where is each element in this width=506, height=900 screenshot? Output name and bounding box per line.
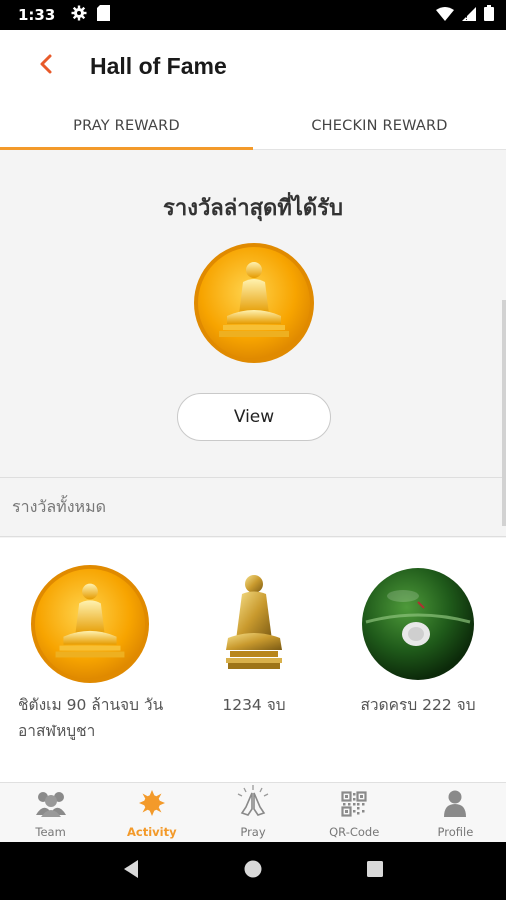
recents-square-icon[interactable]: [366, 860, 384, 882]
back-triangle-icon[interactable]: [122, 859, 140, 883]
signal-icon: !: [462, 6, 476, 25]
reward-label: 1234 จบ: [222, 696, 286, 714]
gold-monk-statue-image: [194, 564, 314, 684]
status-time: 1:33: [18, 6, 56, 24]
gold-meditation-medal-image: [30, 564, 150, 684]
svg-text:!: !: [465, 13, 468, 21]
gear-icon: [71, 5, 87, 25]
gold-meditation-medal-image: [193, 242, 315, 364]
chevron-left-icon: [39, 53, 53, 79]
home-circle-icon[interactable]: [243, 859, 263, 883]
sim-card-icon: [97, 5, 111, 25]
nav-label: Activity: [127, 825, 177, 839]
nav-profile[interactable]: Profile: [405, 783, 506, 842]
nav-label: QR-Code: [329, 825, 380, 839]
latest-reward-title: รางวัลล่าสุดที่ได้รับ: [163, 196, 343, 221]
view-button[interactable]: View: [177, 393, 331, 441]
activity-icon: [138, 789, 166, 821]
wifi-icon: [436, 6, 454, 25]
system-navigation-bar: [0, 842, 506, 900]
tab-pray-reward[interactable]: PRAY REWARD: [0, 102, 253, 150]
page-title: Hall of Fame: [90, 52, 227, 79]
tab-bar: PRAY REWARD CHECKIN REWARD: [0, 102, 506, 150]
pray-icon: [236, 785, 270, 821]
rewards-grid: ชิตังเม 90 ล้านจบ วันอาสฬหบูชา 1234 จบ ส…: [0, 538, 506, 782]
latest-reward-section: รางวัลล่าสุดที่ได้รับ View: [0, 150, 506, 478]
battery-icon: [484, 5, 494, 25]
status-bar: 1:33 !: [0, 0, 506, 30]
nav-label: Profile: [437, 825, 474, 839]
reward-label: สวดครบ 222 จบ: [360, 696, 476, 714]
reward-label: ชิตังเม 90 ล้านจบ วันอาสฬหบูชา: [18, 696, 164, 740]
nav-label: Pray: [240, 825, 266, 839]
profile-icon: [443, 789, 467, 821]
reward-item[interactable]: สวดครบ 222 จบ: [334, 538, 502, 782]
green-amulet-image: [358, 564, 478, 684]
nav-team[interactable]: Team: [0, 783, 101, 842]
bottom-navigation: Team Activity Pray QR-Code Profile: [0, 782, 506, 842]
app-bar: Hall of Fame: [0, 30, 506, 102]
reward-item[interactable]: ชิตังเม 90 ล้านจบ วันอาสฬหบูชา: [6, 538, 174, 782]
nav-qr-code[interactable]: QR-Code: [304, 783, 405, 842]
back-button[interactable]: [16, 30, 76, 102]
reward-item[interactable]: 1234 จบ: [170, 538, 338, 782]
all-rewards-header: รางวัลทั้งหมด: [0, 479, 506, 537]
team-icon: [34, 789, 68, 821]
qr-code-icon: [341, 791, 367, 821]
scrollbar[interactable]: [502, 300, 506, 526]
nav-label: Team: [35, 825, 66, 839]
nav-pray[interactable]: Pray: [202, 783, 303, 842]
tab-checkin-reward[interactable]: CHECKIN REWARD: [253, 102, 506, 149]
nav-activity[interactable]: Activity: [101, 783, 202, 842]
